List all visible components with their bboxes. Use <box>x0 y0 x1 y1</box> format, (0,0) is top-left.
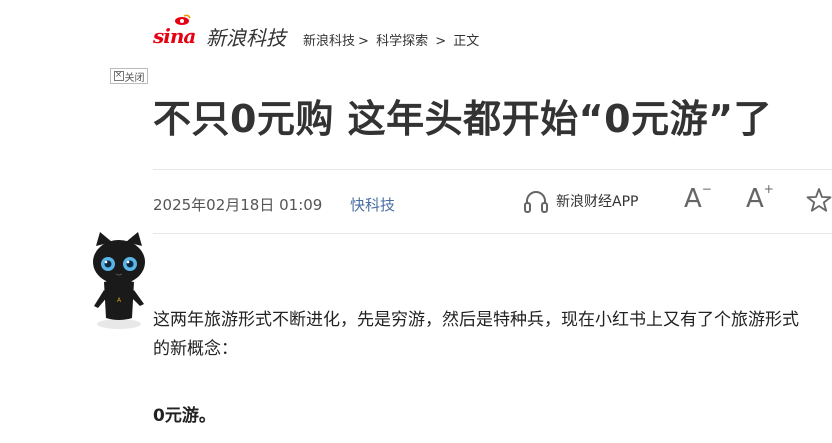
app-label: 新浪财经APP <box>556 194 639 210</box>
sina-logo-text: sina <box>153 24 196 48</box>
breadcrumb-home[interactable]: 新浪科技 <box>303 34 355 49</box>
breadcrumb-current: 正文 <box>453 34 480 49</box>
font-smaller-button[interactable]: A− <box>684 182 712 214</box>
cat-mascot: A <box>93 232 145 329</box>
divider <box>153 233 832 234</box>
close-ad-label: 关闭 <box>124 72 145 84</box>
sina-tech-label: 新浪科技 <box>206 26 286 50</box>
breadcrumb-sep: > <box>435 34 447 49</box>
close-ad-button[interactable]: × 关闭 <box>110 68 148 84</box>
breadcrumb-section[interactable]: 科学探索 <box>376 34 428 49</box>
close-icon: × <box>113 70 124 81</box>
font-larger-icon: A+ <box>746 182 774 214</box>
publish-date: 2025年02月18日 01:09 <box>153 196 323 214</box>
font-smaller-icon: A− <box>684 182 712 214</box>
article-title: 不只0元购 这年头都开始“0元游”了 <box>153 97 773 141</box>
breadcrumb-sep: > <box>358 34 369 49</box>
breadcrumb: 新浪科技 > 科学探索 > 正文 <box>303 30 482 49</box>
star-icon[interactable] <box>806 187 832 213</box>
headphones-icon <box>524 191 548 213</box>
source-link[interactable]: 快科技 <box>350 194 395 215</box>
article-bold-line: 0元游。 <box>153 406 216 426</box>
article-paragraph: 这两年旅游形式不断进化，先是穷游，然后是特种兵，现在小红书上又有了个旅游形式的新… <box>153 310 799 359</box>
divider <box>153 169 832 170</box>
app-download-link[interactable]: 新浪财经APP <box>522 187 638 215</box>
font-larger-button[interactable]: A+ <box>746 182 774 214</box>
